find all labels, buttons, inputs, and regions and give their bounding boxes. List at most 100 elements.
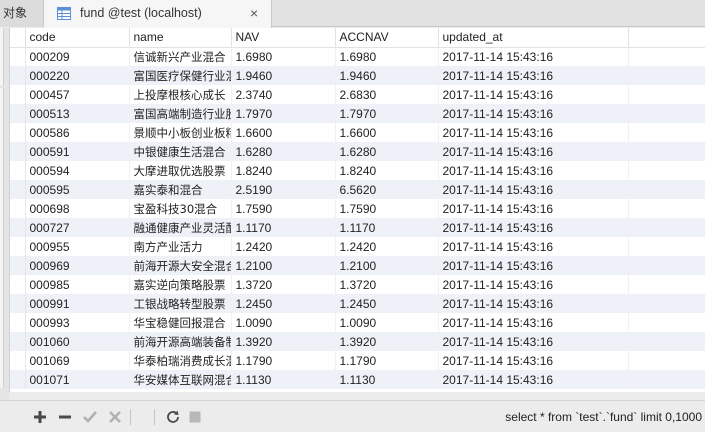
cell-accnav[interactable]: 2.6830 [335,85,439,104]
cell-accnav[interactable]: 1.1790 [335,351,439,370]
cell-accnav[interactable]: 6.5620 [335,180,439,199]
cell-name[interactable]: 前海开源大安全混合 [129,256,232,275]
cell-updated-at[interactable]: 2017-11-14 15:43:16 [438,294,629,313]
cell-nav[interactable]: 1.0090 [231,313,336,332]
cell-name[interactable]: 华安媒体互联网混合 [129,370,232,389]
cell-accnav[interactable]: 1.6980 [335,47,439,66]
row-marker[interactable] [10,256,26,275]
cell-code[interactable]: 000955 [25,237,130,256]
cell-updated-at[interactable]: 2017-11-14 15:43:16 [438,256,629,275]
table-row[interactable]: 000955 南方产业活力 1.2420 1.2420 2017-11-14 1… [10,237,705,256]
table-row[interactable]: 000985 嘉实逆向策略股票 1.3720 1.3720 2017-11-14… [10,275,705,294]
cell-updated-at[interactable]: 2017-11-14 15:43:16 [438,142,629,161]
cross-icon[interactable] [106,408,124,426]
row-marker[interactable] [10,142,26,161]
table-row[interactable]: 000727 融通健康产业灵活配 1.1170 1.1170 2017-11-1… [10,218,705,237]
close-icon[interactable]: × [250,0,258,27]
cell-accnav[interactable]: 1.3920 [335,332,439,351]
table-row[interactable]: 001060 前海开源高端装备制 1.3920 1.3920 2017-11-1… [10,332,705,351]
cell-updated-at[interactable]: 2017-11-14 15:43:16 [438,351,629,370]
cell-name[interactable]: 华宝稳健回报混合 [129,313,232,332]
cell-name[interactable]: 嘉实逆向策略股票 [129,275,232,294]
table-row[interactable]: 001071 华安媒体互联网混合 1.1130 1.1130 2017-11-1… [10,370,705,389]
row-marker[interactable] [10,180,26,199]
stop-icon[interactable] [186,408,204,426]
row-marker[interactable] [10,275,26,294]
cell-nav[interactable]: 1.6600 [231,123,336,142]
cell-updated-at[interactable]: 2017-11-14 15:43:16 [438,199,629,218]
cell-code[interactable]: 000220 [25,66,130,85]
cell-nav[interactable]: 1.6980 [231,47,336,66]
row-marker[interactable] [10,370,26,389]
cell-code[interactable]: 000698 [25,199,130,218]
column-header-accnav[interactable]: ACCNAV [335,28,439,48]
cell-updated-at[interactable]: 2017-11-14 15:43:16 [438,370,629,389]
table-row[interactable]: 000591 中银健康生活混合 1.6280 1.6280 2017-11-14… [10,142,705,161]
cell-code[interactable]: 000594 [25,161,130,180]
row-marker[interactable] [10,294,26,313]
cell-updated-at[interactable]: 2017-11-14 15:43:16 [438,180,629,199]
cell-updated-at[interactable]: 2017-11-14 15:43:16 [438,313,629,332]
column-header-name[interactable]: name [129,28,232,48]
cell-nav[interactable]: 1.1170 [231,218,336,237]
cell-updated-at[interactable]: 2017-11-14 15:43:16 [438,237,629,256]
table-row[interactable]: 000991 工银战略转型股票 1.2450 1.2450 2017-11-14… [10,294,705,313]
cell-name[interactable]: 南方产业活力 [129,237,232,256]
table-row[interactable]: 001069 华泰柏瑞消费成长混 1.1790 1.1790 2017-11-1… [10,351,705,370]
table-row[interactable]: 000594 大摩进取优选股票 1.8240 1.8240 2017-11-14… [10,161,705,180]
cell-updated-at[interactable]: 2017-11-14 15:43:16 [438,218,629,237]
cell-code[interactable]: 000985 [25,275,130,294]
cell-nav[interactable]: 2.5190 [231,180,336,199]
cell-accnav[interactable]: 1.3720 [335,275,439,294]
table-row[interactable]: 000698 宝盈科技30混合 1.7590 1.7590 2017-11-14… [10,199,705,218]
cell-updated-at[interactable]: 2017-11-14 15:43:16 [438,332,629,351]
cell-nav[interactable]: 1.7970 [231,104,336,123]
column-header-nav[interactable]: NAV [231,28,336,48]
cell-accnav[interactable]: 1.8240 [335,161,439,180]
cell-nav[interactable]: 1.1130 [231,370,336,389]
cell-nav[interactable]: 1.7590 [231,199,336,218]
cell-code[interactable]: 000991 [25,294,130,313]
cell-nav[interactable]: 1.3720 [231,275,336,294]
row-marker[interactable] [10,218,26,237]
cell-name[interactable]: 大摩进取优选股票 [129,161,232,180]
row-marker[interactable] [10,237,26,256]
cell-accnav[interactable]: 1.6280 [335,142,439,161]
cell-accnav[interactable]: 1.6600 [335,123,439,142]
table-row[interactable]: 000969 前海开源大安全混合 1.2100 1.2100 2017-11-1… [10,256,705,275]
cell-updated-at[interactable]: 2017-11-14 15:43:16 [438,104,629,123]
cell-code[interactable]: 000513 [25,104,130,123]
column-header-code[interactable]: code [25,28,130,48]
table-row[interactable]: 000993 华宝稳健回报混合 1.0090 1.0090 2017-11-14… [10,313,705,332]
cell-name[interactable]: 中银健康生活混合 [129,142,232,161]
plus-icon[interactable] [31,408,49,426]
cell-name[interactable]: 信诚新兴产业混合 [129,47,232,66]
table-row[interactable]: 000209 信诚新兴产业混合 1.6980 1.6980 2017-11-14… [10,47,705,66]
table-row[interactable]: 000595 嘉实泰和混合 2.5190 6.5620 2017-11-14 1… [10,180,705,199]
cell-code[interactable]: 000586 [25,123,130,142]
row-marker[interactable] [10,332,26,351]
cell-accnav[interactable]: 1.2100 [335,256,439,275]
cell-nav[interactable]: 2.3740 [231,85,336,104]
cell-nav[interactable]: 1.2450 [231,294,336,313]
cell-code[interactable]: 000969 [25,256,130,275]
refresh-icon[interactable] [164,408,182,426]
row-marker[interactable] [10,104,26,123]
cell-accnav[interactable]: 1.2450 [335,294,439,313]
cell-nav[interactable]: 1.1790 [231,351,336,370]
cell-nav[interactable]: 1.2100 [231,256,336,275]
table-row[interactable]: 000513 富国高端制造行业股 1.7970 1.7970 2017-11-1… [10,104,705,123]
cell-nav[interactable]: 1.2420 [231,237,336,256]
cell-accnav[interactable]: 1.7590 [335,199,439,218]
cell-nav[interactable]: 1.9460 [231,66,336,85]
cell-code[interactable]: 000595 [25,180,130,199]
cell-code[interactable]: 000993 [25,313,130,332]
row-marker[interactable] [10,351,26,370]
cell-nav[interactable]: 1.3920 [231,332,336,351]
checkmark-icon[interactable] [81,408,99,426]
row-marker[interactable] [10,66,26,85]
cell-code[interactable]: 000457 [25,85,130,104]
cell-name[interactable]: 景顺中小板创业板精 [129,123,232,142]
cell-updated-at[interactable]: 2017-11-14 15:43:16 [438,275,629,294]
cell-updated-at[interactable]: 2017-11-14 15:43:16 [438,161,629,180]
